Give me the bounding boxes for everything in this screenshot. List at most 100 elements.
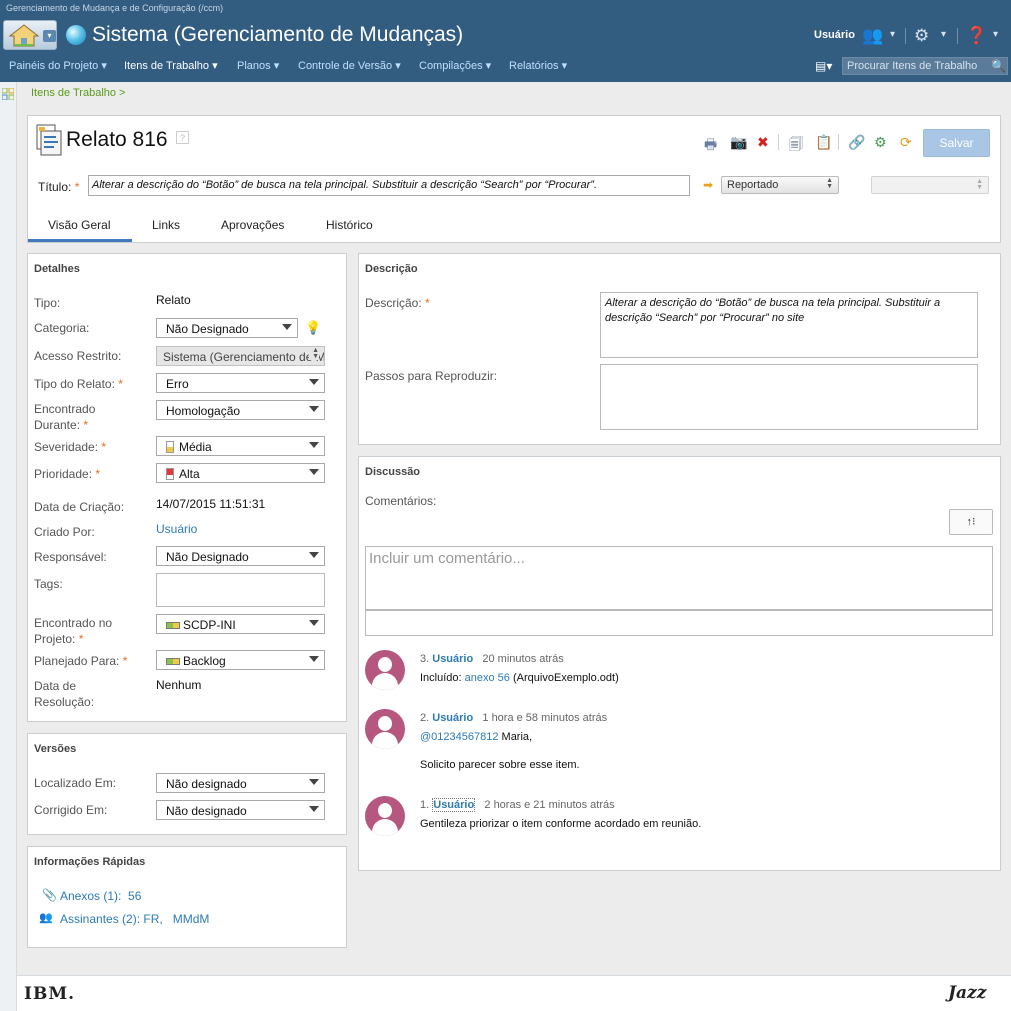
camera-icon[interactable]: 📷 — [730, 134, 747, 151]
jazz-logo: Jazz — [948, 983, 987, 1003]
chevron-down-icon[interactable]: ▾ — [890, 29, 895, 40]
gear-icon[interactable]: ⚙ — [914, 26, 929, 46]
category-select[interactable]: Não Designado — [156, 318, 298, 338]
resolution-date-label: Data de Resolução: — [34, 679, 95, 709]
menu-work-items[interactable]: Itens de Trabalho ▾ — [124, 59, 218, 72]
category-lightbulb-icon[interactable]: 💡 — [305, 320, 321, 336]
avatar — [365, 796, 405, 836]
footer — [17, 975, 1011, 1011]
found-during-select[interactable]: Homologação — [156, 400, 325, 420]
top-banner: Gerenciamento de Mudança e de Configuraç… — [0, 0, 1011, 82]
link-icon[interactable]: 🔗 — [848, 134, 865, 151]
versions-heading: Versões — [34, 743, 77, 755]
menu-plans[interactable]: Planos ▾ — [237, 59, 279, 72]
comment-text: Gentileza priorizar o item conforme acor… — [420, 818, 702, 830]
print-icon[interactable]: 🖶 — [704, 134, 717, 158]
find-icon[interactable]: 🗐 — [789, 134, 803, 158]
tab-overview[interactable]: Visão Geral — [48, 218, 110, 232]
comment-author-link[interactable]: Usuário — [432, 798, 476, 812]
app-title: Gerenciamento de Mudança e de Configuraç… — [6, 3, 224, 13]
created-by-link[interactable]: Usuário — [156, 522, 197, 536]
restricted-access-select[interactable]: Sistema (Gerenciamento de Mudanças)▲▼ — [156, 346, 325, 366]
avatar — [365, 650, 405, 690]
menu-reports[interactable]: Relatórios ▾ — [509, 59, 567, 72]
tags-input[interactable] — [156, 573, 325, 607]
left-sidebar-strip — [0, 82, 17, 1011]
divider — [778, 134, 779, 150]
state-arrow-icon: ➡ — [703, 178, 714, 192]
iteration-icon — [166, 622, 180, 629]
menu-project-dashboards[interactable]: Painéis do Projeto ▾ — [9, 59, 107, 72]
comment-toolbar — [365, 610, 993, 636]
view-selector-icon[interactable]: ▤▾ — [815, 59, 832, 73]
ibm-logo: IBM. — [24, 984, 76, 1004]
chevron-down-icon[interactable]: ▾ — [941, 29, 946, 40]
action-select[interactable]: ▲ ▼ — [871, 176, 989, 194]
comment-text: Solicito parecer sobre esse item. — [420, 759, 580, 771]
steps-field[interactable] — [600, 364, 978, 430]
search-input[interactable]: Procurar Itens de Trabalho — [842, 57, 1008, 75]
menu-builds[interactable]: Compilações ▾ — [419, 59, 491, 72]
chevron-down-icon[interactable]: ▾ — [993, 29, 998, 40]
divider — [905, 28, 906, 44]
tab-history[interactable]: Histórico — [326, 218, 373, 232]
copy-icon[interactable]: 📋 — [815, 134, 832, 151]
sort-comments-button[interactable]: ↑⁝ — [949, 509, 993, 535]
home-menu-button[interactable]: ▾ — [3, 20, 57, 50]
severity-select[interactable]: Média — [156, 436, 325, 456]
description-field[interactable]: Alterar a descrição do “Botão” de busca … — [600, 292, 978, 358]
help-icon[interactable]: ? — [176, 131, 189, 144]
found-in-project-label: Encontrado no Projeto: * — [34, 616, 113, 646]
attachments-link[interactable]: Anexos (1): 56 — [60, 889, 141, 903]
title-field[interactable]: Alterar a descrição do “Botão” de busca … — [88, 175, 690, 196]
subscribe-icon[interactable]: ⚙ — [874, 134, 887, 151]
work-item-title: Relato 816 — [66, 128, 168, 151]
project-globe-icon — [66, 25, 86, 45]
comment-author-link[interactable]: Usuário — [432, 712, 473, 724]
dashboard-grid-icon[interactable] — [2, 88, 14, 100]
user-menu-label[interactable]: Usuário — [814, 29, 855, 41]
owner-select[interactable]: Não Designado — [156, 546, 325, 566]
comment-input[interactable]: Incluir um comentário... — [365, 546, 993, 610]
project-title[interactable]: Sistema (Gerenciamento de Mudanças) — [92, 23, 463, 47]
breadcrumb[interactable]: Itens de Trabalho > — [31, 87, 125, 99]
attachment-link[interactable]: anexo 56 — [465, 672, 510, 684]
comment-text: @01234567812 Maria, — [420, 731, 533, 743]
priority-select[interactable]: Alta — [156, 463, 325, 483]
report-type-label: Tipo do Relato: * — [34, 377, 123, 391]
mention-link[interactable]: @01234567812 — [420, 731, 498, 743]
creation-date-value: 14/07/2015 11:51:31 — [156, 497, 266, 511]
fixed-in-select[interactable]: Não designado — [156, 800, 325, 820]
subscribers-icon: 👥 — [39, 912, 53, 924]
priority-label: Prioridade: * — [34, 467, 101, 481]
delete-icon[interactable]: ✖ — [757, 134, 769, 151]
divider — [957, 28, 958, 44]
type-label: Tipo: — [34, 296, 61, 310]
save-button[interactable]: Salvar — [923, 129, 990, 157]
quick-info-heading: Informações Rápidas — [34, 856, 146, 868]
users-icon[interactable]: 👥 — [862, 26, 883, 46]
planned-for-select[interactable]: Backlog — [156, 650, 325, 670]
fixed-in-label: Corrigido Em: — [34, 803, 108, 817]
menu-source-control[interactable]: Controle de Versão ▾ — [298, 59, 401, 72]
restricted-access-label: Acesso Restrito: — [34, 349, 122, 363]
defect-icon — [36, 124, 62, 156]
type-value: Relato — [156, 293, 191, 307]
tab-links[interactable]: Links — [152, 218, 180, 232]
description-heading: Descrição — [365, 263, 418, 275]
report-type-select[interactable]: Erro — [156, 373, 325, 393]
planned-for-label: Planejado Para: * — [34, 654, 128, 668]
state-select[interactable]: Reportado ▲ ▼ — [721, 176, 839, 194]
found-in-project-select[interactable]: SCDP-INI — [156, 614, 325, 634]
help-icon[interactable]: ❓ — [966, 26, 987, 46]
tab-approvals[interactable]: Aprovações — [221, 218, 284, 232]
steps-label: Passos para Reproduzir: — [365, 369, 498, 383]
found-in-select[interactable]: Não designado — [156, 773, 325, 793]
refresh-icon[interactable]: ⟳ — [900, 134, 912, 151]
divider — [838, 134, 839, 150]
attachment-icon: 📎 — [42, 888, 57, 902]
comment-author-link[interactable]: Usuário — [432, 653, 473, 665]
subscribers-link[interactable]: Assinantes (2): FR, MMdM — [60, 912, 209, 926]
search-icon[interactable]: 🔍 — [991, 59, 1006, 73]
resolution-date-value: Nenhum — [156, 678, 202, 692]
